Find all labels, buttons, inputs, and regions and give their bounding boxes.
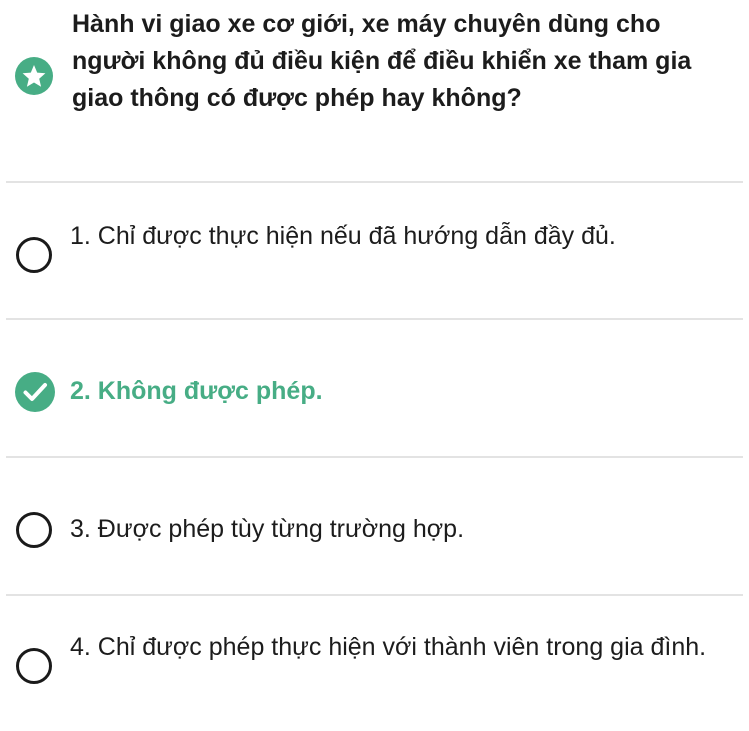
check-circle-icon[interactable] xyxy=(15,372,55,412)
answer-option-4[interactable]: 4. Chỉ được phép thực hiện với thành viê… xyxy=(0,595,749,731)
question-text: Hành vi giao xe cơ giới, xe máy chuyên d… xyxy=(72,10,692,112)
answer-option-label: 3. Được phép tùy từng trường hợp. xyxy=(70,515,465,543)
answer-option-label: 1. Chỉ được thực hiện nếu đã hướng dẫn đ… xyxy=(70,222,616,250)
radio-unchecked-icon[interactable] xyxy=(16,648,52,684)
answer-option-3[interactable]: 3. Được phép tùy từng trường hợp. xyxy=(0,457,749,593)
radio-unchecked-icon[interactable] xyxy=(16,237,52,273)
question-block: Hành vi giao xe cơ giới, xe máy chuyên d… xyxy=(0,0,749,180)
answer-option-2[interactable]: 2. Không được phép. xyxy=(0,319,749,455)
answer-option-label: 2. Không được phép. xyxy=(70,377,323,405)
answer-option-1[interactable]: 1. Chỉ được thực hiện nếu đã hướng dẫn đ… xyxy=(0,182,749,318)
answer-option-label: 4. Chỉ được phép thực hiện với thành viê… xyxy=(70,633,707,661)
star-icon xyxy=(15,57,53,95)
radio-unchecked-icon[interactable] xyxy=(16,512,52,548)
